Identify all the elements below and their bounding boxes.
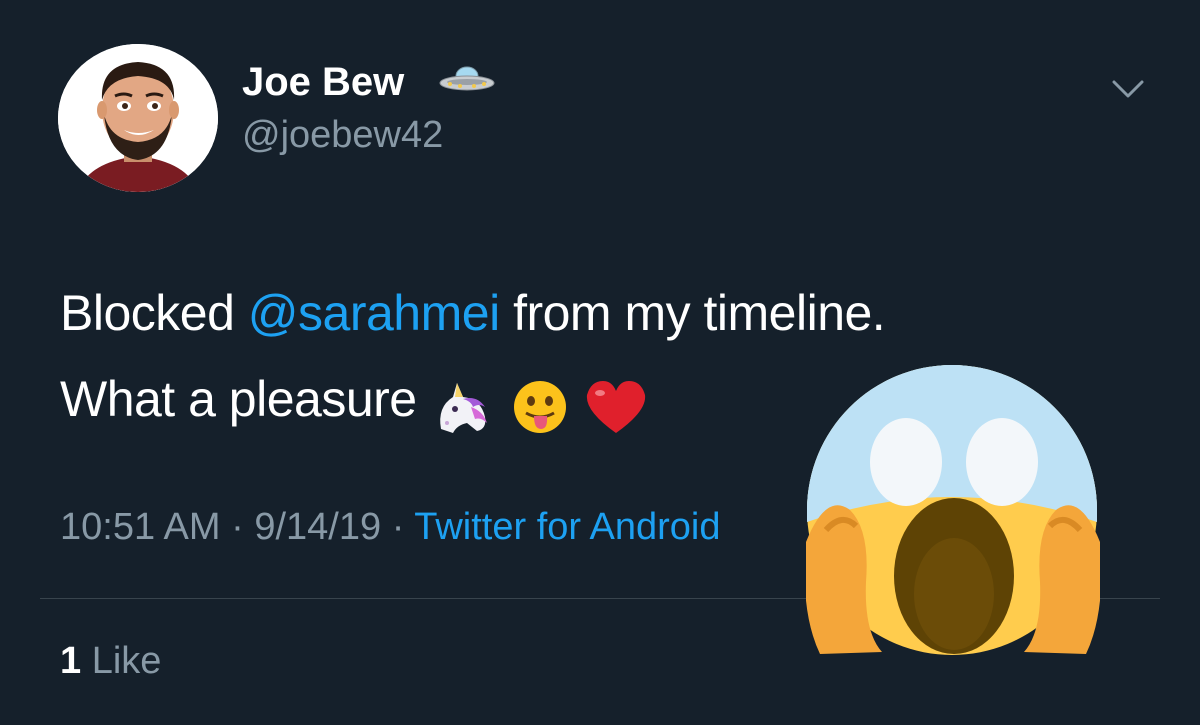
tweet-time[interactable]: 10:51 AM <box>60 506 221 548</box>
flying-saucer-icon <box>438 64 496 101</box>
tweet-text-line-2: What a pleasure <box>60 356 885 446</box>
chevron-down-icon[interactable] <box>1108 74 1148 104</box>
mention-link[interactable]: @sarahmei <box>248 285 500 341</box>
meta-separator: · <box>391 506 405 548</box>
unicorn-icon <box>439 382 487 433</box>
author-display-name[interactable]: Joe Bew <box>242 60 404 105</box>
emoji-row <box>427 360 650 446</box>
tweet-source: Twitter for Andr <box>414 506 670 548</box>
tweet-text-suffix: from my timeline. <box>499 285 886 341</box>
screaming-face-emoji-icon <box>804 362 1102 662</box>
likes-count[interactable]: 1 Like <box>60 640 161 683</box>
tweet-meta: 10:51 AM · 9/14/19 · Twitter for Android <box>60 506 721 549</box>
tweet-source-link[interactable]: Twitter for Android <box>414 506 720 548</box>
tweet-text-prefix: Blocked <box>60 285 248 341</box>
likes-label: Like <box>91 640 162 682</box>
tweet-source-hidden-tail: oid <box>669 506 721 548</box>
tweet-text: Blocked @sarahmei from my timeline. What… <box>60 270 886 446</box>
avatar[interactable] <box>58 44 218 192</box>
likes-number: 1 <box>60 640 82 682</box>
tweet-text-line-1: Blocked @sarahmei from my timeline. <box>60 270 886 356</box>
tweet-date[interactable]: 9/14/19 <box>254 506 381 548</box>
tongue-face-icon <box>514 380 566 433</box>
author-handle[interactable]: @joebew42 <box>242 114 443 157</box>
tweet-text-line2: What a pleasure <box>60 371 417 427</box>
tweet-detail: Joe Bew @joebew42 Blocked @sarahmei from… <box>0 0 1200 725</box>
meta-separator: · <box>231 506 244 548</box>
cartoon-man-avatar-icon <box>58 44 218 192</box>
red-heart-icon <box>587 380 646 433</box>
